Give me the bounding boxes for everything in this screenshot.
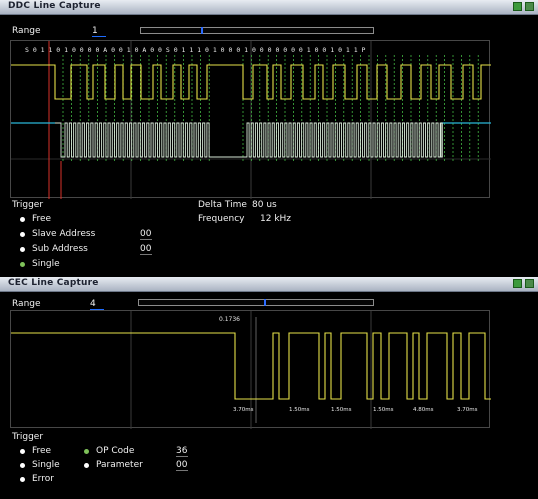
cec-timing-label: 3.70ms — [233, 407, 254, 413]
cec-capture-panel: CEC Line Capture Range 4 0.1736 3.70ms 1.5… — [0, 277, 538, 499]
radio-dot-icon — [84, 462, 89, 468]
cec-trigger-label: Trigger — [12, 432, 44, 442]
ddc-bit-labels: S 0 1 1 0 1 0 0 0 0 A 0 0 1 0 A 0 0 S 0 … — [25, 46, 366, 54]
ddc-trigger-single-label: Single — [32, 259, 60, 269]
ddc-title: DDC Line Capture — [8, 1, 101, 11]
scl-waveform — [55, 122, 443, 158]
cec-trigger-free-label: Free — [32, 446, 52, 456]
ddc-range-value[interactable]: 1 — [92, 26, 106, 37]
cec-title: CEC Line Capture — [8, 278, 99, 288]
ddc-trigger-slave-address-label: Slave Address — [32, 229, 96, 239]
cec-title-bar[interactable]: CEC Line Capture — [0, 277, 538, 292]
frequency-label: Frequency — [198, 214, 245, 224]
radio-dot-selected-icon — [84, 448, 89, 454]
cec-trigger-parameter-label: Parameter — [96, 460, 143, 470]
ddc-title-bar[interactable]: DDC Line Capture — [0, 0, 538, 15]
cec-range-slider-thumb[interactable] — [264, 299, 266, 306]
cec-trigger-parameter-option[interactable]: Parameter — [84, 460, 143, 470]
cec-top-label: 0.1736 — [219, 316, 240, 323]
ddc-sub-address-field[interactable]: 00 — [140, 244, 152, 255]
cec-timing-label: 4.80ms — [413, 407, 434, 413]
ddc-trigger-free-label: Free — [32, 214, 52, 224]
ddc-trigger-label: Trigger — [12, 200, 44, 210]
ddc-trigger-single-option[interactable]: Single — [20, 259, 60, 269]
cec-waveform-display[interactable]: 0.1736 3.70ms 1.50ms 1.50ms 1.50ms 4.80ms 3.70… — [10, 310, 491, 429]
cec-waveform-svg: 0.1736 3.70ms 1.50ms 1.50ms 1.50ms 4.80ms 3.70… — [11, 311, 491, 429]
cec-trigger-error-label: Error — [32, 474, 54, 484]
close-icon[interactable] — [525, 279, 534, 288]
delta-time-label: Delta Time — [198, 200, 247, 210]
cec-timing-label: 3.70ms — [457, 407, 478, 413]
radio-dot-icon — [20, 231, 25, 237]
ddc-range-label: Range — [12, 26, 41, 36]
radio-dot-selected-icon — [20, 261, 25, 267]
ddc-trigger-slave-address-option[interactable]: Slave Address — [20, 229, 95, 239]
ddc-slave-address-field[interactable]: 00 — [140, 229, 152, 240]
cec-timing-label: 1.50ms — [289, 407, 310, 413]
ddc-range-slider[interactable] — [140, 27, 374, 34]
cec-range-value[interactable]: 4 — [90, 299, 104, 310]
minimize-icon[interactable] — [513, 279, 522, 288]
cec-trigger-single-option[interactable]: Single — [20, 460, 60, 470]
radio-dot-icon — [20, 476, 25, 482]
cec-parameter-field[interactable]: 00 — [176, 460, 188, 471]
radio-dot-icon — [20, 462, 25, 468]
cec-trigger-op-code-label: OP Code — [96, 446, 135, 456]
ddc-capture-panel: DDC Line Capture Range 1 S 0 1 1 0 1 0 0… — [0, 0, 538, 274]
cec-op-code-field[interactable]: 36 — [176, 446, 188, 457]
ddc-trigger-sub-address-option[interactable]: Sub Address — [20, 244, 88, 254]
ddc-trigger-free-option[interactable]: Free — [20, 214, 51, 224]
cec-trigger-single-label: Single — [32, 460, 60, 470]
ddc-trigger-sub-address-label: Sub Address — [32, 244, 88, 254]
ddc-waveform-svg: S 0 1 1 0 1 0 0 0 0 A 0 0 1 0 A 0 0 S 0 … — [11, 41, 491, 199]
close-icon[interactable] — [525, 2, 534, 11]
radio-dot-icon — [20, 246, 25, 252]
cec-trigger-free-option[interactable]: Free — [20, 446, 51, 456]
radio-dot-icon — [20, 448, 25, 454]
ddc-waveform-display[interactable]: S 0 1 1 0 1 0 0 0 0 A 0 0 1 0 A 0 0 S 0 … — [10, 40, 491, 199]
radio-dot-icon — [20, 216, 25, 222]
cec-timing-label: 1.50ms — [373, 407, 394, 413]
delta-time-value: 80 us — [252, 200, 277, 210]
cec-trigger-error-option[interactable]: Error — [20, 474, 54, 484]
minimize-icon[interactable] — [513, 2, 522, 11]
cec-range-slider[interactable] — [138, 299, 374, 306]
ddc-range-slider-thumb[interactable] — [201, 27, 203, 34]
cec-trigger-op-code-option[interactable]: OP Code — [84, 446, 134, 456]
frequency-value: 12 kHz — [260, 214, 292, 224]
cec-range-label: Range — [12, 299, 41, 309]
cec-timing-label: 1.50ms — [331, 407, 352, 413]
